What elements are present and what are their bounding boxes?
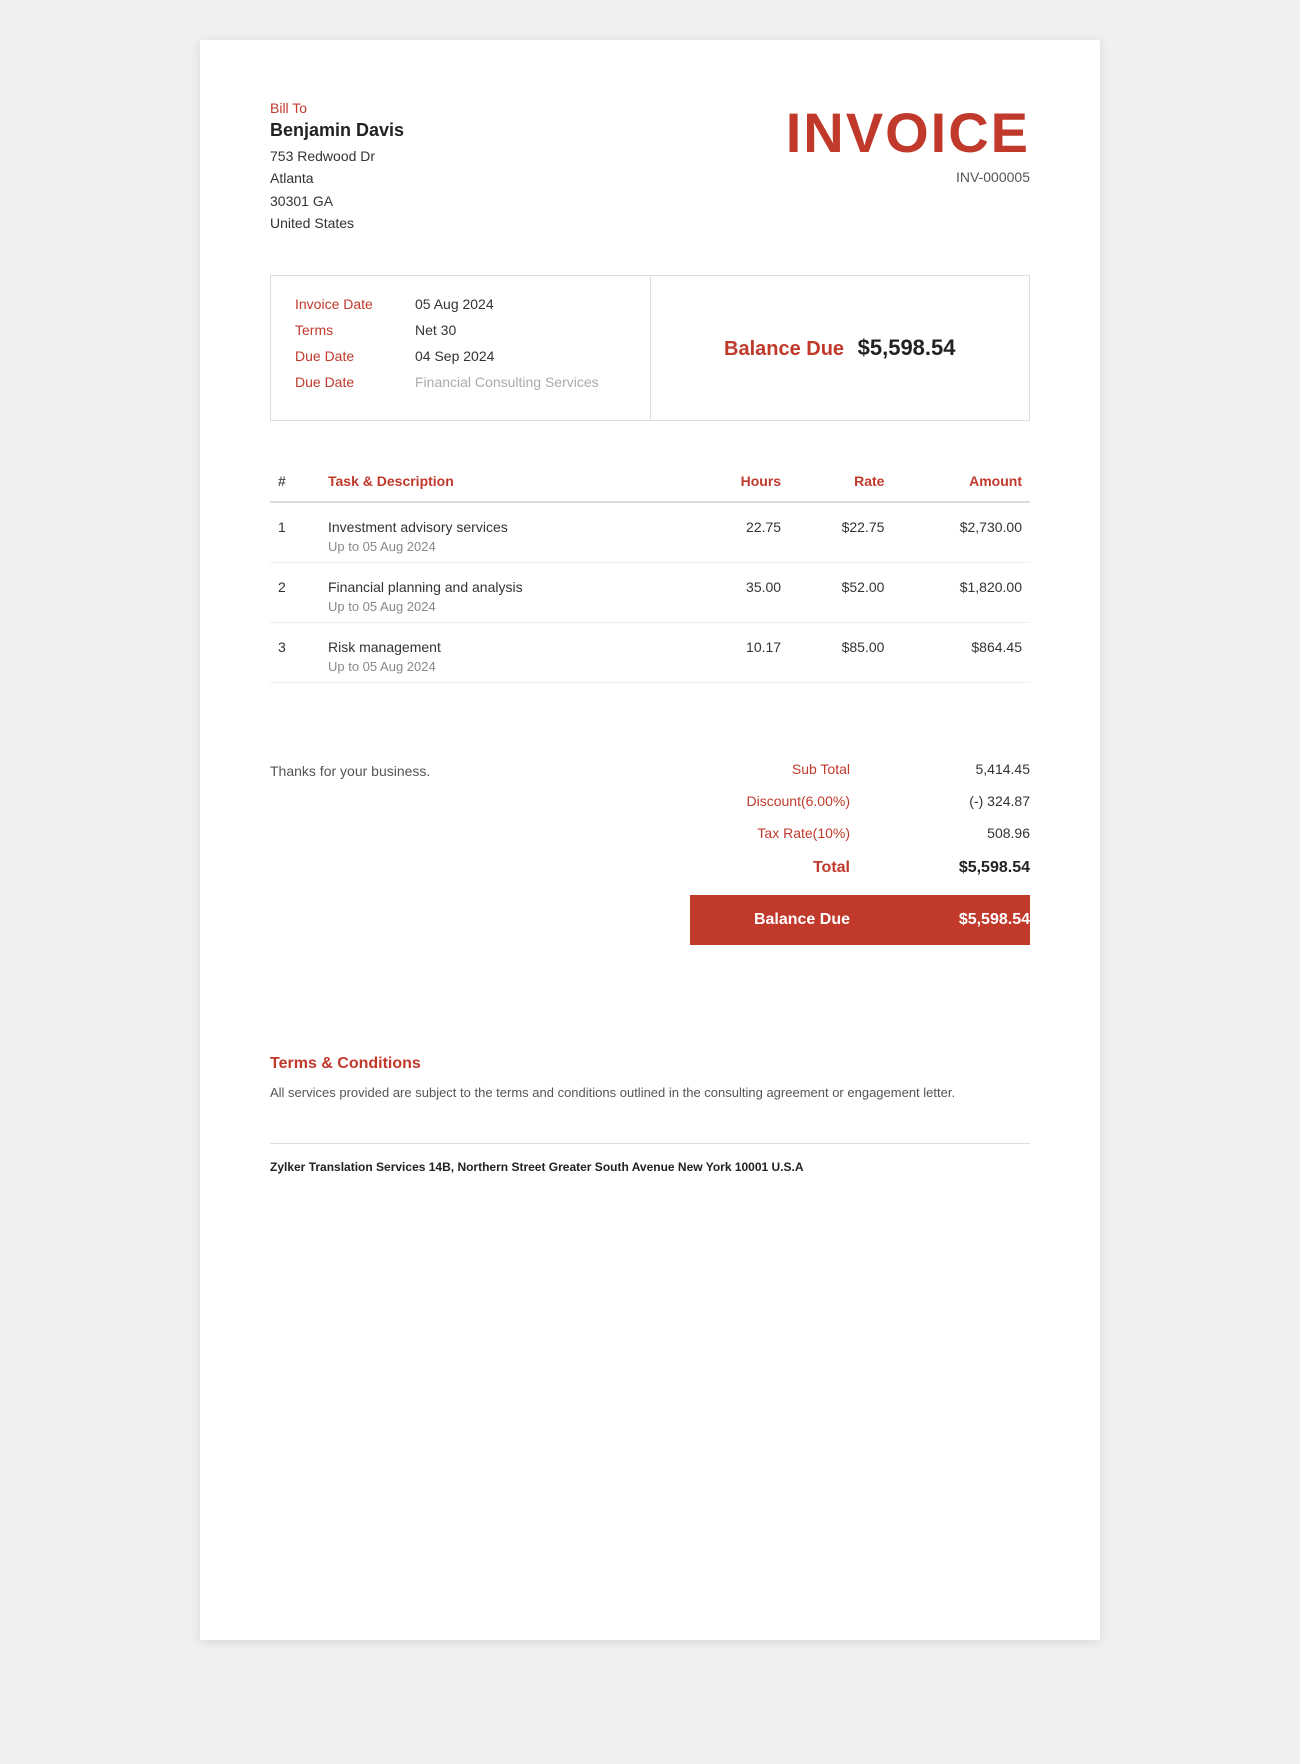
item-desc-2: Financial planning and analysis Up to 05… xyxy=(320,562,690,622)
address-line2: Atlanta xyxy=(270,167,404,189)
invoice-container: Bill To Benjamin Davis 753 Redwood Dr At… xyxy=(200,40,1100,1640)
balance-due-final-label: Balance Due xyxy=(690,911,850,929)
terms-text: All services provided are subject to the… xyxy=(270,1083,1030,1104)
subtotal-row: Sub Total 5,414.45 xyxy=(690,753,1030,785)
item-hours-1: 22.75 xyxy=(690,502,789,563)
table-row: 1 Investment advisory services Up to 05 … xyxy=(270,502,1030,563)
tax-row: Tax Rate(10%) 508.96 xyxy=(690,817,1030,849)
meta-due-date-row: Due Date 04 Sep 2024 xyxy=(295,348,626,364)
invoice-date-value: 05 Aug 2024 xyxy=(415,296,494,312)
summary-table: Sub Total 5,414.45 Discount(6.00%) (-) 3… xyxy=(690,753,1030,945)
item-title-3: Risk management xyxy=(328,639,682,655)
invoice-title-section: INVOICE INV-000005 xyxy=(786,100,1030,185)
total-row: Total $5,598.54 xyxy=(690,849,1030,887)
item-hours-3: 10.17 xyxy=(690,622,789,682)
subject-value: Financial Consulting Services xyxy=(415,374,599,390)
item-amount-2: $1,820.00 xyxy=(892,562,1030,622)
footer-company-address: 14B, Northern Street Greater South Avenu… xyxy=(425,1160,803,1174)
terms-label: Terms xyxy=(295,322,415,338)
meta-invoice-date-row: Invoice Date 05 Aug 2024 xyxy=(295,296,626,312)
meta-section: Invoice Date 05 Aug 2024 Terms Net 30 Du… xyxy=(270,275,1030,421)
item-subtitle-3: Up to 05 Aug 2024 xyxy=(328,659,682,674)
thanks-text: Thanks for your business. xyxy=(270,753,430,779)
item-desc-1: Investment advisory services Up to 05 Au… xyxy=(320,502,690,563)
address-line3: 30301 GA xyxy=(270,190,404,212)
item-subtitle-2: Up to 05 Aug 2024 xyxy=(328,599,682,614)
client-address: 753 Redwood Dr Atlanta 30301 GA United S… xyxy=(270,145,404,235)
address-line1: 753 Redwood Dr xyxy=(270,145,404,167)
tax-value: 508.96 xyxy=(950,825,1030,841)
meta-right: Balance Due $5,598.54 xyxy=(651,276,1030,420)
item-desc-3: Risk management Up to 05 Aug 2024 xyxy=(320,622,690,682)
invoice-date-label: Invoice Date xyxy=(295,296,415,312)
balance-due-header-label: Balance Due xyxy=(724,338,844,360)
bill-to-section: Bill To Benjamin Davis 753 Redwood Dr At… xyxy=(270,100,404,235)
col-hash: # xyxy=(270,461,320,502)
item-rate-3: $85.00 xyxy=(789,622,892,682)
item-num-1: 1 xyxy=(270,502,320,563)
discount-value: (-) 324.87 xyxy=(950,793,1030,809)
tax-label: Tax Rate(10%) xyxy=(690,825,850,841)
address-line4: United States xyxy=(270,212,404,234)
invoice-title: INVOICE xyxy=(786,100,1030,165)
invoice-number: INV-000005 xyxy=(786,169,1030,185)
item-num-3: 3 xyxy=(270,622,320,682)
header-section: Bill To Benjamin Davis 753 Redwood Dr At… xyxy=(270,100,1030,235)
balance-due-box: Balance Due $5,598.54 xyxy=(724,335,956,361)
meta-terms-row: Terms Net 30 xyxy=(295,322,626,338)
balance-due-header-amount: $5,598.54 xyxy=(858,335,956,360)
terms-value: Net 30 xyxy=(415,322,456,338)
col-amount: Amount xyxy=(892,461,1030,502)
balance-due-final-row: Balance Due $5,598.54 xyxy=(690,895,1030,945)
client-name: Benjamin Davis xyxy=(270,120,404,141)
footer: Zylker Translation Services 14B, Norther… xyxy=(270,1143,1030,1174)
meta-left: Invoice Date 05 Aug 2024 Terms Net 30 Du… xyxy=(271,276,651,420)
col-description: Task & Description xyxy=(320,461,690,502)
discount-label: Discount(6.00%) xyxy=(690,793,850,809)
item-subtitle-1: Up to 05 Aug 2024 xyxy=(328,539,682,554)
footer-company-bold: Zylker Translation Services xyxy=(270,1160,425,1174)
col-hours: Hours xyxy=(690,461,789,502)
balance-due-final-value: $5,598.54 xyxy=(950,911,1030,929)
item-title-1: Investment advisory services xyxy=(328,519,682,535)
summary-wrapper: Thanks for your business. Sub Total 5,41… xyxy=(270,723,1030,955)
bill-to-label: Bill To xyxy=(270,100,404,116)
item-rate-2: $52.00 xyxy=(789,562,892,622)
terms-title: Terms & Conditions xyxy=(270,1055,1030,1073)
table-row: 3 Risk management Up to 05 Aug 2024 10.1… xyxy=(270,622,1030,682)
item-amount-3: $864.45 xyxy=(892,622,1030,682)
due-date-value: 04 Sep 2024 xyxy=(415,348,494,364)
terms-section: Terms & Conditions All services provided… xyxy=(270,1035,1030,1104)
item-amount-1: $2,730.00 xyxy=(892,502,1030,563)
item-rate-1: $22.75 xyxy=(789,502,892,563)
subtotal-value: 5,414.45 xyxy=(950,761,1030,777)
meta-subject-row: Due Date Financial Consulting Services xyxy=(295,374,626,390)
items-table: # Task & Description Hours Rate Amount 1… xyxy=(270,461,1030,683)
table-row: 2 Financial planning and analysis Up to … xyxy=(270,562,1030,622)
total-label: Total xyxy=(690,859,850,877)
total-value: $5,598.54 xyxy=(950,859,1030,877)
item-num-2: 2 xyxy=(270,562,320,622)
discount-row: Discount(6.00%) (-) 324.87 xyxy=(690,785,1030,817)
subtotal-label: Sub Total xyxy=(690,761,850,777)
item-title-2: Financial planning and analysis xyxy=(328,579,682,595)
balance-due-header: Balance Due $5,598.54 xyxy=(724,338,956,360)
due-date-label: Due Date xyxy=(295,348,415,364)
item-hours-2: 35.00 xyxy=(690,562,789,622)
subject-label: Due Date xyxy=(295,374,415,390)
col-rate: Rate xyxy=(789,461,892,502)
